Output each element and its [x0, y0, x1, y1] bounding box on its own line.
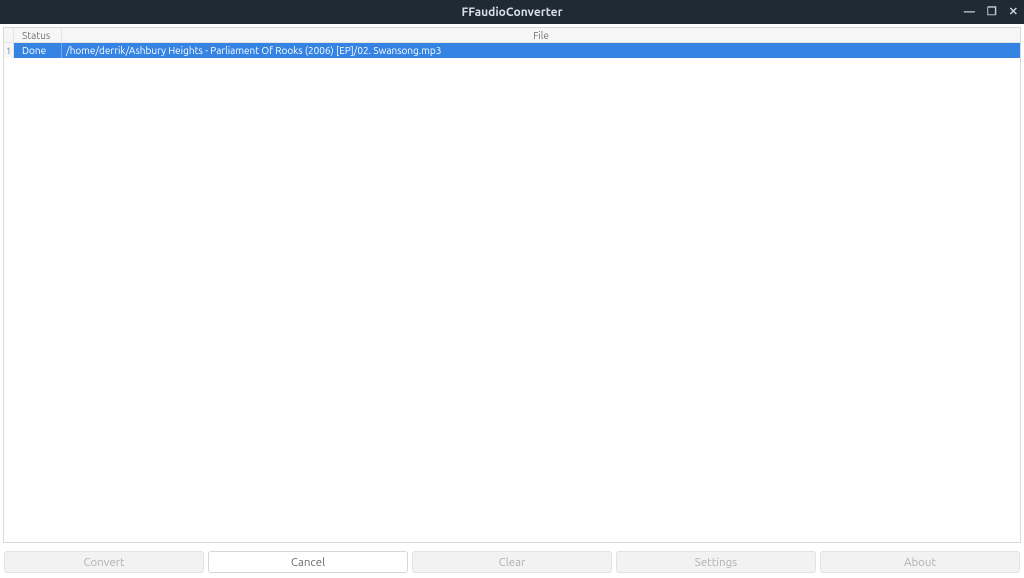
close-icon[interactable]: ✕	[1009, 7, 1018, 18]
header-file[interactable]: File	[62, 28, 1020, 42]
minimize-icon[interactable]: —	[964, 7, 975, 18]
file-table[interactable]: Status File 1 Done /home/derrik/Ashbury …	[3, 27, 1021, 543]
window-controls: — ❐ ✕	[964, 0, 1018, 24]
settings-button[interactable]: Settings	[616, 551, 816, 573]
cancel-button[interactable]: Cancel	[208, 551, 408, 573]
convert-button[interactable]: Convert	[4, 551, 204, 573]
row-number: 1	[4, 43, 14, 58]
clear-button[interactable]: Clear	[412, 551, 612, 573]
content-area: Status File 1 Done /home/derrik/Ashbury …	[0, 24, 1024, 546]
table-header: Status File	[4, 28, 1020, 43]
header-rownum	[4, 28, 14, 42]
header-status[interactable]: Status	[14, 28, 62, 42]
cell-status: Done	[14, 43, 62, 58]
window-title: FFaudioConverter	[461, 6, 562, 19]
cell-file: /home/derrik/Ashbury Heights - Parliamen…	[62, 43, 1020, 58]
about-button[interactable]: About	[820, 551, 1020, 573]
maximize-icon[interactable]: ❐	[987, 7, 997, 18]
table-row[interactable]: 1 Done /home/derrik/Ashbury Heights - Pa…	[4, 43, 1020, 58]
titlebar: FFaudioConverter — ❐ ✕	[0, 0, 1024, 24]
bottom-toolbar: Convert Cancel Clear Settings About	[0, 546, 1024, 578]
